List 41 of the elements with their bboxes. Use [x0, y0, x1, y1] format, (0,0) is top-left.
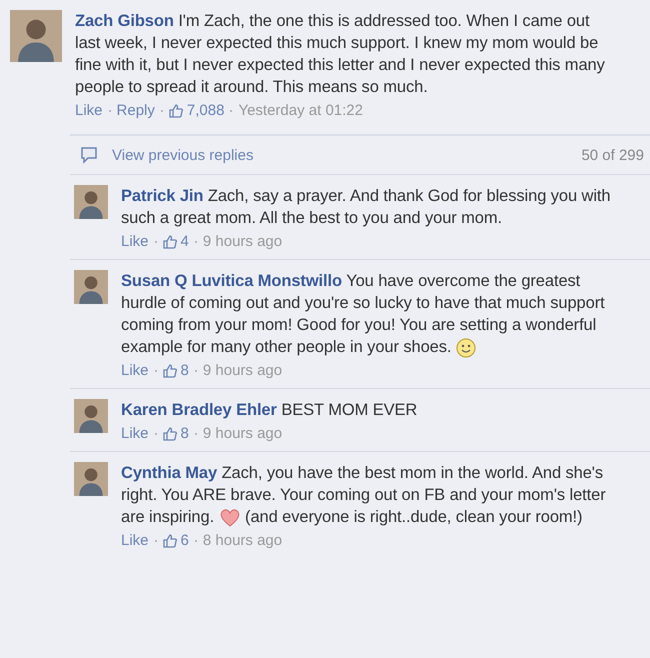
comment-text: Zach Gibson I'm Zach, the one this is addressed too. When I came out last week, I never expected this much support. I knew my mom would be fine with it, but I never expected this letter and I never expected this many people to spread it around. This means so much.	[75, 11, 606, 98]
author-link[interactable]: Patrick Jin	[121, 187, 204, 205]
author-link[interactable]: Susan Q Luvitica Monstwillo	[121, 272, 342, 290]
timestamp: 9 hours ago	[202, 361, 282, 381]
like-link[interactable]: Like	[75, 100, 103, 122]
timestamp: 8 hours ago	[202, 531, 282, 551]
comment-text: Susan Q Luvitica Monstwillo You have overcome the greatest hurdle of coming out and you're so lucky to have that much support coming from your mom! Good for you! You are setting a wonderful example for many other people in your shoes.	[121, 271, 606, 358]
like-link[interactable]: Like	[121, 231, 149, 253]
view-previous-replies-link[interactable]: View previous replies	[112, 146, 254, 164]
smiley-icon	[456, 338, 476, 358]
timestamp: Yesterday at 01:22	[238, 101, 363, 121]
avatar[interactable]	[74, 462, 108, 496]
like-link[interactable]: Like	[121, 423, 149, 445]
author-link[interactable]: Zach Gibson	[75, 12, 174, 30]
avatar[interactable]	[10, 10, 62, 62]
thumbs-up-icon	[168, 104, 183, 118]
thumbs-up-icon	[162, 364, 177, 378]
avatar[interactable]	[74, 185, 108, 219]
like-count[interactable]: 7,088	[186, 100, 224, 122]
thumbs-up-icon	[162, 235, 177, 249]
avatar[interactable]	[74, 399, 108, 433]
comment-text: Cynthia May Zach, you have the best mom in the world. And she's right. You ARE brave. Your coming out on FB and your mom's letter are inspiring. (and everyone is right..dude, clean your room!)	[121, 463, 607, 528]
timestamp: 9 hours ago	[202, 232, 282, 252]
timestamp: 9 hours ago	[202, 424, 282, 444]
comment-text: Karen Bradley Ehler BEST MOM EVER	[121, 400, 418, 421]
author-link[interactable]: Cynthia May	[121, 464, 218, 482]
reply-count: 50 of 299	[581, 146, 644, 164]
author-link[interactable]: Karen Bradley Ehler	[121, 401, 277, 419]
like-link[interactable]: Like	[121, 360, 149, 382]
thumbs-up-icon	[162, 427, 177, 441]
like-count[interactable]: 8	[180, 360, 189, 382]
comment-icon	[80, 146, 98, 164]
avatar[interactable]	[74, 270, 108, 304]
comment-text: Patrick Jin Zach, say a prayer. And thank God for blessing you with such a great mom. All the best to you and your mom.	[121, 186, 612, 229]
heart-icon	[218, 508, 241, 528]
thumbs-up-icon	[162, 534, 177, 548]
like-count[interactable]: 6	[180, 530, 189, 552]
like-count[interactable]: 8	[180, 423, 189, 445]
reply-link[interactable]: Reply	[116, 100, 155, 122]
like-link[interactable]: Like	[121, 530, 149, 552]
like-count[interactable]: 4	[180, 231, 189, 253]
